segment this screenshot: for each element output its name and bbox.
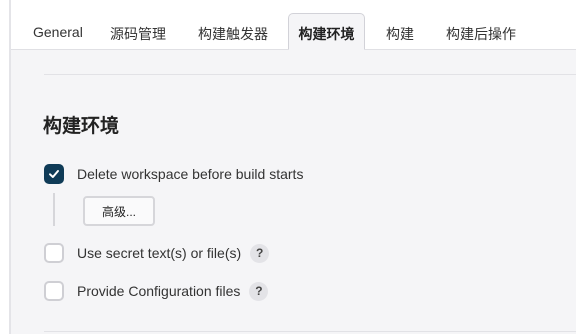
question-mark-icon[interactable]: ? — [249, 281, 269, 301]
tab-general[interactable]: General — [33, 14, 83, 49]
section-title: 构建环境 — [43, 116, 120, 137]
check-icon — [49, 170, 59, 178]
provide-config-files-checkbox[interactable] — [44, 281, 64, 301]
question-mark-icon[interactable]: ? — [250, 243, 270, 263]
section-divider-top — [44, 74, 576, 75]
advanced-button[interactable]: 高级... — [83, 196, 155, 226]
use-secret-text-label[interactable]: Use secret text(s) or file(s) — [77, 245, 241, 261]
section-divider-bottom — [44, 331, 576, 332]
use-secret-text-checkbox[interactable] — [44, 243, 64, 263]
tab-build-triggers[interactable]: 构建触发器 — [197, 14, 269, 49]
nested-options-indent-bar — [53, 193, 55, 226]
tab-build-environment[interactable]: 构建环境 — [288, 13, 365, 50]
option-provide-config-files: Provide Configuration files ? — [44, 280, 269, 302]
tab-source-code-management[interactable]: 源码管理 — [109, 14, 167, 49]
delete-workspace-label[interactable]: Delete workspace before build starts — [77, 166, 303, 182]
build-environment-panel: 构建环境 Delete workspace before build start… — [11, 50, 576, 334]
tab-post-build-actions[interactable]: 构建后操作 — [445, 14, 517, 49]
provide-config-files-label[interactable]: Provide Configuration files — [77, 283, 240, 299]
tab-build[interactable]: 构建 — [385, 14, 415, 49]
option-delete-workspace: Delete workspace before build starts — [44, 163, 303, 185]
config-tab-bar: General 源码管理 构建触发器 构建环境 构建 构建后操作 — [11, 0, 576, 50]
delete-workspace-checkbox[interactable] — [44, 164, 64, 184]
option-use-secret-text: Use secret text(s) or file(s) ? — [44, 242, 270, 264]
